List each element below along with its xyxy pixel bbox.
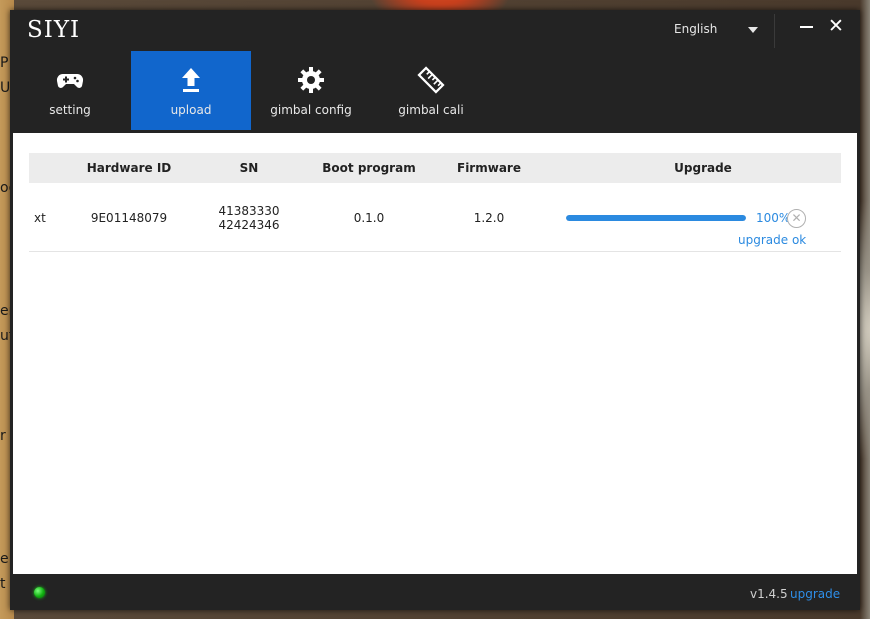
- close-button[interactable]: ✕: [826, 16, 846, 36]
- column-header-hardware-id: Hardware ID: [86, 161, 172, 175]
- version-label: v1.4.5: [750, 587, 788, 601]
- table-row: xt 9E01148079 41383330 42424346 0.1.0 1.…: [29, 183, 841, 252]
- column-header-boot-program: Boot program: [322, 161, 416, 175]
- upload-panel: Hardware ID SN Boot program Firmware Upg…: [13, 133, 857, 574]
- table-header: Hardware ID SN Boot program Firmware Upg…: [29, 153, 841, 183]
- upgrade-status: upgrade ok: [738, 233, 807, 247]
- hardware-id-cell: 9E01148079: [90, 211, 168, 225]
- boot-program-cell: 0.1.0: [353, 211, 385, 225]
- upgrade-progress-fill: [566, 215, 746, 221]
- firmware-cell: 1.2.0: [473, 211, 505, 225]
- app-window: SIYI English ✕ setting upload gimbal con…: [10, 10, 860, 610]
- upgrade-progress-bar: [566, 215, 746, 221]
- chevron-down-icon[interactable]: [748, 27, 758, 33]
- upgrade-link[interactable]: upgrade: [790, 587, 840, 601]
- language-select[interactable]: English: [674, 22, 717, 36]
- close-circle-icon: ✕: [791, 211, 802, 225]
- column-header-firmware: Firmware: [457, 161, 521, 175]
- sn-line-1: 41383330: [218, 204, 280, 218]
- main-tabs: setting upload gimbal config gimbal cali: [10, 51, 860, 130]
- close-icon: ✕: [828, 15, 844, 37]
- gear-icon: [298, 67, 324, 93]
- minimize-icon: [800, 26, 813, 28]
- gamepad-icon: [56, 73, 84, 88]
- ruler-icon: [417, 66, 445, 94]
- status-bar: v1.4.5 upgrade: [10, 576, 860, 610]
- connection-status-led: [34, 587, 45, 598]
- tab-gimbal-config[interactable]: gimbal config: [251, 51, 371, 130]
- tab-gimbal-cali[interactable]: gimbal cali: [371, 51, 491, 130]
- tab-upload[interactable]: upload: [131, 51, 251, 130]
- column-header-upgrade: Upgrade: [674, 161, 732, 175]
- tab-label: gimbal cali: [398, 103, 464, 117]
- column-header-sn: SN: [239, 161, 259, 175]
- upgrade-progress-percent: 100%: [756, 211, 791, 225]
- title-separator: [774, 14, 775, 48]
- minimize-button[interactable]: [798, 18, 816, 36]
- tab-label: setting: [49, 103, 91, 117]
- app-logo: SIYI: [27, 17, 81, 43]
- cancel-upgrade-button[interactable]: ✕: [787, 209, 806, 228]
- sn-line-2: 42424346: [218, 218, 280, 232]
- upload-arrow-icon: [182, 68, 200, 92]
- tab-label: upload: [170, 103, 212, 117]
- tab-setting[interactable]: setting: [10, 51, 130, 130]
- tab-label: gimbal config: [270, 103, 352, 117]
- title-bar[interactable]: SIYI English ✕: [10, 10, 860, 50]
- device-name: xt: [34, 211, 46, 225]
